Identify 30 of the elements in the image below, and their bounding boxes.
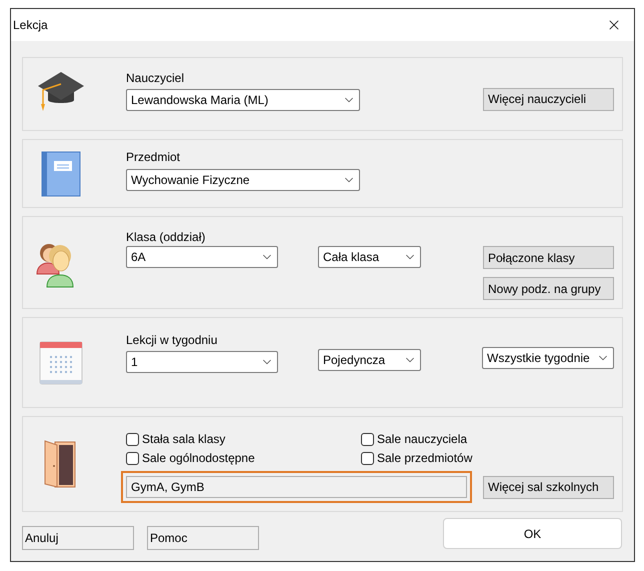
- checkbox[interactable]: [361, 452, 374, 464]
- checkbox[interactable]: [361, 432, 374, 446]
- book-icon: [41, 150, 81, 196]
- field-label: Klasa (oddział): [126, 230, 206, 244]
- ok-button[interactable]: OK: [443, 518, 622, 549]
- dropdown[interactable]: 1: [126, 351, 278, 373]
- field-label: Nauczyciel: [126, 71, 186, 85]
- dropdown[interactable]: Pojedyncza: [318, 349, 421, 371]
- checkbox-label: Sale przedmiotów: [377, 450, 472, 467]
- checkbox-label: Sale ogólnodostępne: [142, 450, 255, 467]
- action-button[interactable]: Więcej nauczycieli: [483, 88, 614, 110]
- dropdown[interactable]: Wychowanie Fizyczne: [126, 169, 360, 191]
- action-button[interactable]: Więcej sal szkolnych: [483, 476, 614, 498]
- rooms-field[interactable]: GymA, GymB: [126, 476, 467, 498]
- action-button[interactable]: Połączone klasy: [483, 246, 614, 269]
- field-label: Przedmiot: [126, 150, 182, 164]
- checkbox-label: Stała sala klasy: [142, 431, 226, 448]
- checkbox[interactable]: [126, 452, 139, 464]
- checkbox-label: Sale nauczyciela: [377, 431, 468, 448]
- dropdown[interactable]: Wszystkie tygodnie: [482, 347, 614, 369]
- action-button[interactable]: Nowy podz. na grupy: [483, 277, 614, 300]
- dropdown[interactable]: Lewandowska Maria (ML): [126, 89, 360, 111]
- checkbox[interactable]: [126, 432, 139, 446]
- footer-button[interactable]: Anuluj: [22, 526, 134, 550]
- field-label: Lekcji w tygodniu: [126, 333, 218, 347]
- window-title: Lekcja: [13, 17, 48, 34]
- dropdown[interactable]: 6A: [126, 246, 278, 268]
- footer-button[interactable]: Pomoc: [147, 526, 259, 550]
- dropdown[interactable]: Cała klasa: [318, 246, 421, 268]
- calendar-icon: [39, 340, 83, 384]
